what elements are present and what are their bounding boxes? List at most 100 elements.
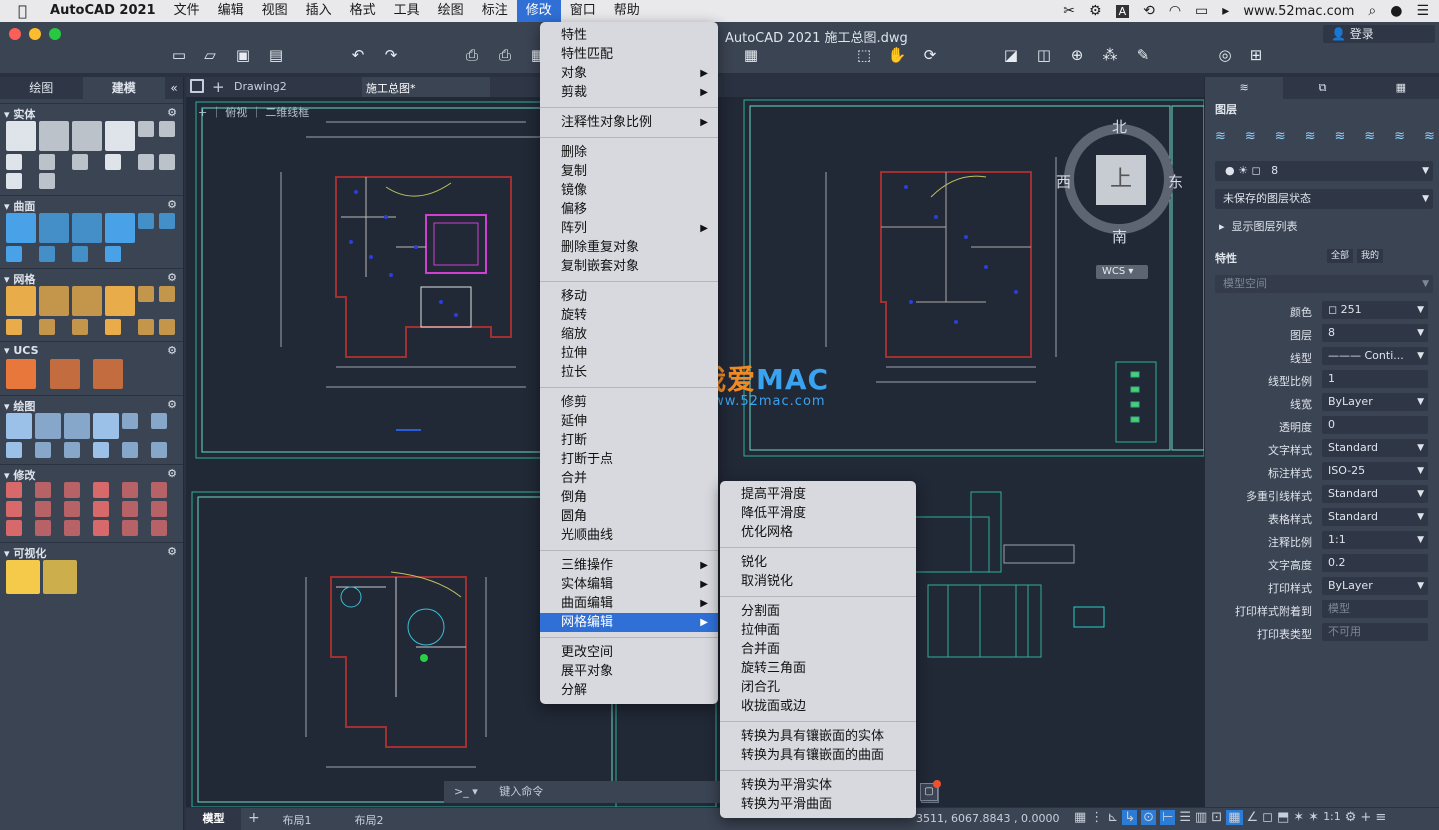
tool-icon[interactable] bbox=[105, 246, 121, 262]
menu-item[interactable]: 转换为具有镶嵌面的实体 bbox=[720, 727, 916, 746]
menu-1[interactable]: 编辑 bbox=[209, 0, 253, 22]
tab-model[interactable]: 模型 bbox=[186, 808, 241, 830]
snap-icon[interactable]: ⋮ bbox=[1090, 810, 1103, 825]
tool-icon[interactable] bbox=[93, 520, 109, 536]
tool-icon[interactable] bbox=[39, 121, 69, 151]
menu-item[interactable]: 降低平滑度 bbox=[720, 504, 916, 523]
section-header[interactable]: ▾ 曲面 ⚙ bbox=[0, 195, 183, 213]
property-value[interactable]: ByLayer ▼ bbox=[1322, 393, 1428, 411]
tool-icon[interactable] bbox=[43, 560, 77, 594]
insert-icon[interactable]: ◫ bbox=[1033, 44, 1055, 66]
object-track-icon[interactable]: ▦ bbox=[1226, 810, 1243, 825]
menu-item[interactable]: 拉伸面 bbox=[720, 621, 916, 640]
section-header[interactable]: ▾ 可视化 ⚙ bbox=[0, 542, 183, 560]
tool-icon[interactable] bbox=[6, 501, 22, 517]
orbit-icon[interactable]: ⟳ bbox=[919, 44, 941, 66]
tool-icon[interactable] bbox=[35, 501, 51, 517]
section-settings-icon[interactable]: ⚙ bbox=[167, 344, 177, 357]
menu-item[interactable]: 缩放 bbox=[540, 325, 718, 344]
menu-item[interactable]: 闭合孔 bbox=[720, 678, 916, 697]
props-tab-mine[interactable]: 我的 bbox=[1357, 249, 1383, 263]
ortho-icon[interactable]: ⊙ bbox=[1141, 810, 1157, 825]
menu-item[interactable]: 拉长 bbox=[540, 363, 718, 382]
network-icon[interactable]: ⁂ bbox=[1099, 44, 1121, 66]
tool-icon[interactable] bbox=[72, 246, 88, 262]
layer-dropdown[interactable]: ● ☀ ◻ 8 ▼ bbox=[1215, 161, 1433, 181]
tab-layout2[interactable]: 布局2 bbox=[344, 812, 394, 828]
section-settings-icon[interactable]: ⚙ bbox=[167, 467, 177, 480]
tool-icon[interactable] bbox=[122, 520, 138, 536]
property-value[interactable]: Standard ▼ bbox=[1322, 508, 1428, 526]
xref-icon[interactable]: ⊕ bbox=[1066, 44, 1088, 66]
notification-icon[interactable]: ☰ bbox=[1416, 3, 1429, 19]
section-header[interactable]: ▾ UCS ⚙ bbox=[0, 341, 183, 357]
batch-plot-icon[interactable]: ⎙ bbox=[494, 44, 516, 66]
tool-icon[interactable] bbox=[6, 560, 40, 594]
tool-icon[interactable] bbox=[138, 213, 154, 229]
tool-icon[interactable] bbox=[72, 213, 102, 243]
menu-5[interactable]: 工具 bbox=[385, 0, 429, 22]
tool-icon[interactable] bbox=[93, 413, 119, 439]
markup-icon[interactable]: ✎ bbox=[1132, 44, 1154, 66]
compass-north[interactable]: 北 bbox=[1112, 116, 1127, 137]
menu-item[interactable]: 实体编辑 ▶ bbox=[540, 575, 718, 594]
command-prompt-icon[interactable]: >_ ▾ bbox=[454, 785, 478, 798]
layer-tool-icon[interactable]: ≋ bbox=[1364, 129, 1375, 144]
tool-icon[interactable] bbox=[122, 501, 138, 517]
tab-draw[interactable]: 绘图 bbox=[0, 77, 83, 99]
tracking-icon[interactable]: ∠ bbox=[1247, 810, 1259, 825]
property-value[interactable]: 8 ▼ bbox=[1322, 324, 1428, 342]
section-settings-icon[interactable]: ⚙ bbox=[167, 106, 177, 119]
property-value[interactable]: Standard ▼ bbox=[1322, 439, 1428, 457]
tool-icon[interactable] bbox=[6, 213, 36, 243]
property-value[interactable]: ByLayer ▼ bbox=[1322, 577, 1428, 595]
menu-item[interactable]: 展平对象 bbox=[540, 662, 718, 681]
menu-item[interactable]: 移动 bbox=[540, 287, 718, 306]
layer-tool-icon[interactable]: ≋ bbox=[1394, 129, 1405, 144]
section-header[interactable]: ▾ 实体 ⚙ bbox=[0, 103, 183, 121]
menu-item[interactable]: 复制 bbox=[540, 162, 718, 181]
compass-south[interactable]: 南 bbox=[1112, 226, 1127, 247]
tool-icon[interactable] bbox=[93, 359, 123, 389]
tool-icon[interactable] bbox=[105, 319, 121, 335]
grid-icon[interactable]: ▦ bbox=[1074, 810, 1086, 825]
tool-icon[interactable] bbox=[105, 121, 135, 151]
layer-tool-icon[interactable]: ≋ bbox=[1245, 129, 1256, 144]
property-value[interactable]: ——— Conti... ▼ bbox=[1322, 347, 1428, 365]
tool-icon[interactable] bbox=[35, 413, 61, 439]
menu-item[interactable]: 合并面 bbox=[720, 640, 916, 659]
menu-3[interactable]: 插入 bbox=[297, 0, 341, 22]
layer-tool-icon[interactable]: ≋ bbox=[1305, 129, 1316, 144]
tool-icon[interactable] bbox=[6, 173, 22, 189]
new-tab-icon[interactable]: + bbox=[212, 78, 225, 96]
section-settings-icon[interactable]: ⚙ bbox=[167, 271, 177, 284]
zoom-window-button[interactable] bbox=[49, 28, 61, 40]
time-machine-icon[interactable]: ⟲ bbox=[1143, 3, 1155, 19]
lineweight-icon[interactable]: ☰ bbox=[1179, 810, 1191, 825]
apple-menu-icon[interactable]:  bbox=[0, 0, 41, 22]
tool-icon[interactable] bbox=[72, 154, 88, 170]
wcs-dropdown[interactable]: WCS ▾ bbox=[1096, 265, 1148, 279]
tool-icon[interactable] bbox=[159, 286, 175, 302]
compass-east[interactable]: 东 bbox=[1168, 171, 1183, 192]
layer-tool-icon[interactable]: ≋ bbox=[1334, 129, 1345, 144]
tool-icon[interactable] bbox=[64, 482, 80, 498]
menu-item[interactable]: 删除 bbox=[540, 143, 718, 162]
font-icon[interactable]: A bbox=[1115, 4, 1130, 18]
menu-item[interactable]: 锐化 bbox=[720, 553, 916, 572]
property-value[interactable]: 0.2 bbox=[1322, 554, 1428, 572]
tool-icon[interactable] bbox=[72, 121, 102, 151]
property-value[interactable]: 0 bbox=[1322, 416, 1428, 434]
tab-construction-plan[interactable]: 施工总图* bbox=[362, 77, 490, 97]
menu-item[interactable]: 倒角 bbox=[540, 488, 718, 507]
menu-item[interactable]: 圆角 bbox=[540, 507, 718, 526]
osnap-icon[interactable]: ⊡ bbox=[1211, 810, 1222, 825]
search-icon[interactable]: ⌕ bbox=[1368, 3, 1376, 19]
collapse-palette-icon[interactable]: « bbox=[165, 77, 183, 99]
scale-label[interactable]: 1:1 bbox=[1323, 810, 1341, 825]
tool-icon[interactable] bbox=[64, 413, 90, 439]
layers-tab-icon[interactable]: ≋ bbox=[1205, 77, 1284, 99]
app-menu[interactable]: AutoCAD 2021 bbox=[41, 0, 165, 22]
menu-item[interactable]: 转换为平滑曲面 bbox=[720, 795, 916, 814]
section-settings-icon[interactable]: ⚙ bbox=[167, 198, 177, 211]
